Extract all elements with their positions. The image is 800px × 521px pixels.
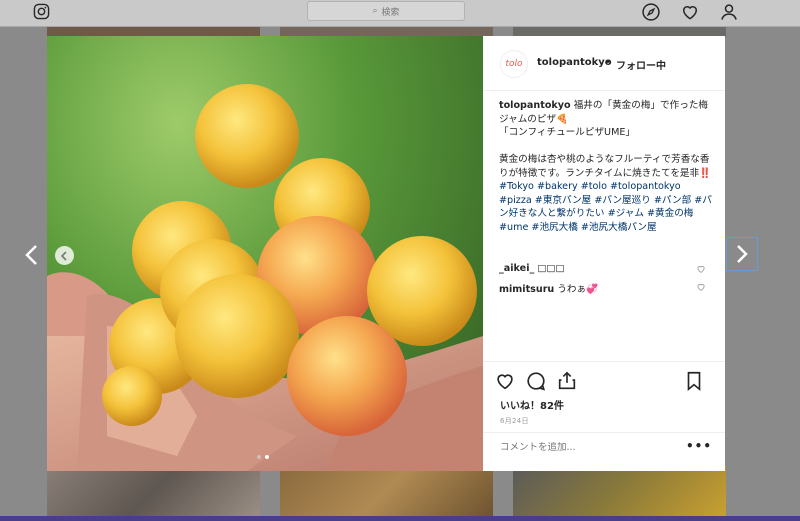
follow-status-button[interactable]: フォロー中 (616, 57, 666, 72)
comment-text: □□□ (537, 263, 565, 274)
chevron-left-icon (60, 250, 67, 261)
instagram-icon[interactable] (33, 3, 50, 20)
next-arrow-icon (737, 245, 748, 263)
carousel-prev-button[interactable] (55, 246, 74, 265)
post-caption: tolopantokyo 福井の「黄金の梅」で作った梅ジャムのピザ🍕 「コンフィ… (499, 99, 713, 234)
carousel-dot[interactable] (257, 455, 261, 459)
post-actions: いいね！82件 6月24日 ••• (483, 361, 725, 471)
comment-input[interactable] (500, 442, 670, 453)
like-count[interactable]: いいね！82件 (500, 397, 564, 412)
feed-tile[interactable] (280, 466, 493, 516)
top-nav: ⌕ 検索 (0, 0, 800, 27)
caption-line-2: 「コンフィチュールピザUME」 (499, 127, 636, 138)
comment-like-heart-icon[interactable] (696, 282, 706, 292)
comment-item: _aikei_ □□□ (499, 263, 699, 274)
bookmark-icon[interactable] (683, 370, 705, 392)
avatar[interactable]: tolo (500, 50, 528, 78)
post-panel: tolo tolopantokyo • フォロー中 tolopantokyo 福… (483, 36, 725, 471)
post-photo[interactable] (47, 36, 483, 471)
heart-icon[interactable] (680, 2, 700, 22)
caption-body: 黄金の梅は杏や桃のようなフルーティで芳香な香りが特徴です。ランチタイムに焼きたて… (499, 154, 712, 179)
search-input[interactable]: ⌕ 検索 (307, 1, 465, 21)
compass-icon[interactable] (641, 2, 661, 22)
more-options-button[interactable]: ••• (686, 439, 712, 453)
comment-item: mimitsuru うわぁ💞 (499, 281, 699, 295)
post-header: tolo tolopantokyo • フォロー中 (483, 36, 725, 91)
plums-in-hand-image (47, 84, 483, 471)
comment-text: うわぁ💞 (557, 284, 599, 295)
carousel-dot-active[interactable] (265, 455, 269, 459)
like-heart-icon[interactable] (494, 370, 516, 392)
bottom-bar (0, 516, 800, 521)
header-separator: • (605, 57, 611, 68)
profile-icon[interactable] (719, 2, 739, 22)
comment-bubble-icon[interactable] (525, 370, 547, 392)
caption-username[interactable]: tolopantokyo (499, 100, 571, 111)
comment-username[interactable]: mimitsuru (499, 284, 554, 295)
comment-username[interactable]: _aikei_ (499, 263, 534, 274)
avatar-logo-text: tolo (505, 59, 523, 69)
search-placeholder: 検索 (381, 7, 400, 18)
share-icon[interactable] (556, 370, 578, 392)
comment-like-heart-icon[interactable] (696, 264, 706, 274)
post-username[interactable]: tolopantokyo (537, 57, 612, 68)
add-comment-bar: ••• (483, 432, 725, 472)
post-date: 6月24日 (500, 417, 529, 425)
feed-tile[interactable] (513, 466, 726, 516)
caption-hashtags[interactable]: #Tokyo #bakery #tolo #tolopantokyo #pizz… (499, 181, 712, 233)
next-post-button[interactable] (726, 237, 758, 271)
feed-tile[interactable] (47, 466, 260, 516)
carousel-dots (257, 455, 269, 459)
previous-post-arrow-icon[interactable] (22, 243, 42, 267)
search-icon: ⌕ (372, 6, 378, 16)
